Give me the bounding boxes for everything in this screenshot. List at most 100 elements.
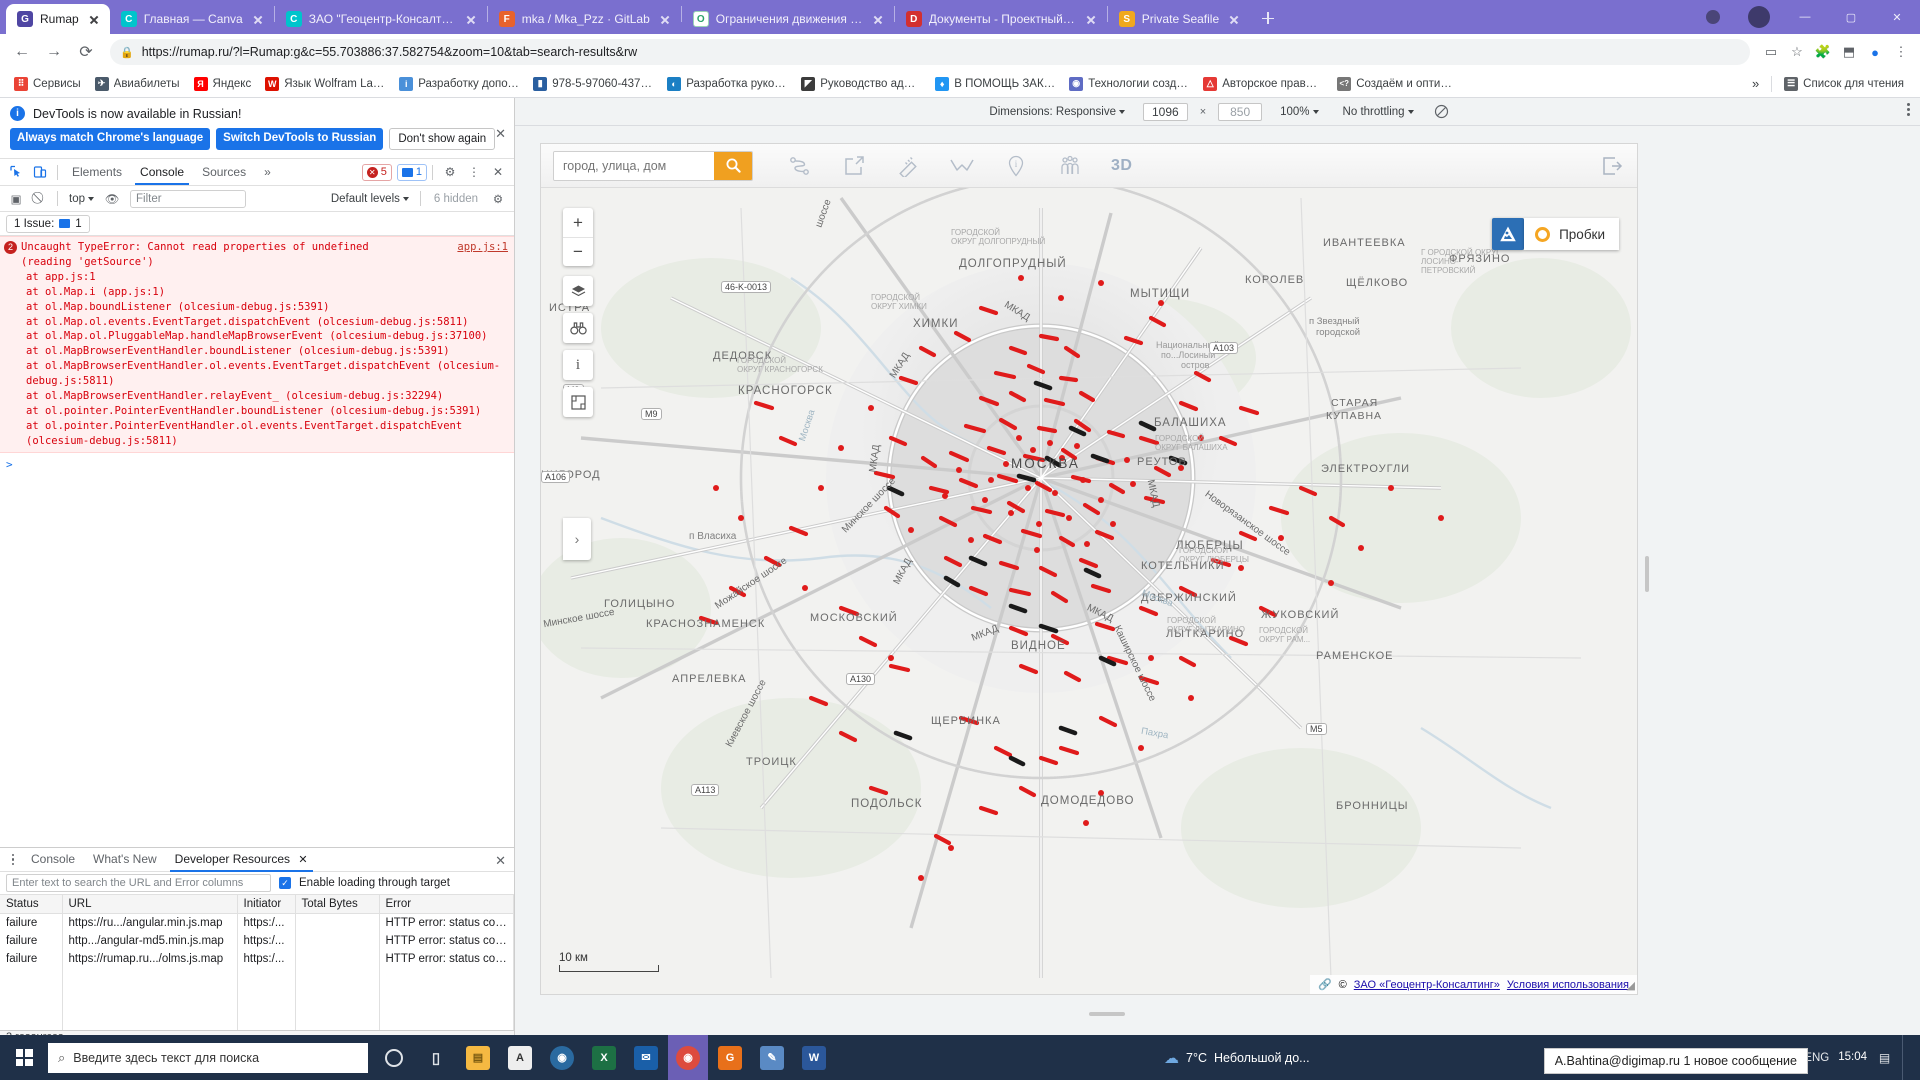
zoom-out-button[interactable]: − — [563, 237, 593, 266]
show-desktop-button[interactable] — [1902, 1035, 1910, 1080]
dont-show-again-button[interactable]: Don't show again — [389, 128, 496, 150]
bookmark-item-3[interactable]: W Язык Wolfram Lang... — [259, 75, 391, 93]
resources-search-input[interactable]: Enter text to search the URL and Error c… — [6, 874, 271, 892]
throttling-selector[interactable]: No throttling — [1337, 106, 1420, 118]
bookmark-item-6[interactable]: ◐ Разработка руково... — [661, 75, 793, 93]
close-devtools-icon[interactable]: ✕ — [486, 160, 510, 184]
chrome-menu-icon[interactable]: ⋮ — [1890, 41, 1912, 63]
pin-info-icon[interactable]: i — [1003, 153, 1029, 179]
console-context-selector[interactable]: top — [63, 193, 100, 205]
browser-tab-6[interactable]: S Private Seafile — [1108, 4, 1250, 34]
traffic-toggle[interactable]: Пробки — [1524, 218, 1619, 250]
table-row[interactable]: failure https://rumap.ru.../olms.js.map … — [0, 950, 514, 968]
error-count-badge[interactable]: ✕ 5 — [361, 163, 392, 181]
notification-center-icon[interactable]: ▤ — [1876, 1049, 1893, 1066]
zoom-selector[interactable]: 100% — [1274, 106, 1324, 118]
reload-button[interactable]: ⟳ — [72, 38, 100, 66]
col-initiator[interactable]: Initiator — [237, 895, 296, 914]
binoculars-icon[interactable] — [563, 313, 593, 343]
forward-button[interactable]: → — [40, 38, 68, 66]
browser-tab-5[interactable]: D Документы - Проектный офис — [895, 4, 1107, 34]
extension-icon-2[interactable]: ⬒ — [1838, 41, 1860, 63]
table-row[interactable]: failure http.../angular-md5.min.js.map h… — [0, 932, 514, 950]
tab-close-icon[interactable] — [1226, 11, 1242, 27]
console-filter-input[interactable]: Filter — [130, 189, 247, 208]
bookmark-item-10[interactable]: △ Авторское право н... — [1197, 75, 1329, 93]
error-source-link[interactable]: app.js:1 — [457, 240, 508, 255]
map-area[interactable]: ИВАНТЕЕВКА ФРЯЗИНО ЩЁЛКОВО КОРОЛЕВ МЫТИЩ… — [541, 188, 1637, 994]
device-toolbar-icon[interactable] — [28, 160, 52, 184]
minimize-button[interactable]: — — [1782, 0, 1828, 34]
layers-icon[interactable] — [563, 276, 593, 306]
taskbar-clock[interactable]: 15:04 — [1838, 1051, 1867, 1064]
console-error-entry[interactable]: 2 Uncaught TypeError: Cannot read proper… — [0, 236, 514, 453]
clear-console-icon[interactable]: ⃠ — [28, 187, 52, 211]
map-zoom-control[interactable]: + − — [563, 208, 593, 266]
devtools-tab-console[interactable]: Console — [131, 161, 193, 185]
device-toolbar-menu-icon[interactable] — [1907, 103, 1910, 116]
roadworks-icon[interactable] — [1492, 218, 1525, 250]
tray-language-indicator[interactable]: ENG — [1804, 1049, 1829, 1066]
taskbar-app-pdf24[interactable]: A — [500, 1035, 540, 1080]
people-icon[interactable] — [1057, 153, 1083, 179]
banner-close-icon[interactable]: ✕ — [495, 126, 506, 142]
reading-list-button[interactable]: ☰ Список для чтения — [1778, 75, 1910, 93]
map-search-box[interactable] — [553, 150, 753, 181]
logout-icon[interactable] — [1599, 153, 1625, 179]
payment-icon[interactable]: ▭ — [1760, 41, 1782, 63]
message-count-badge[interactable]: 1 — [396, 163, 427, 181]
console-prompt[interactable]: > — [0, 453, 514, 476]
taskbar-app-lens[interactable]: ◉ — [542, 1035, 582, 1080]
tab-close-icon[interactable] — [1083, 11, 1099, 27]
dimensions-selector[interactable]: Dimensions: Responsive — [983, 106, 1131, 118]
viewport-height-input[interactable]: 850 — [1218, 102, 1263, 121]
tab-close-icon[interactable] — [86, 11, 102, 27]
issue-pill[interactable]: 1 Issue: 1 — [6, 214, 90, 233]
taskbar-app-excel[interactable]: X — [584, 1035, 624, 1080]
taskbar-weather[interactable]: ☁ 7°C Небольшой до... — [1164, 1049, 1310, 1067]
col-error[interactable]: Error — [379, 895, 514, 914]
rotate-icon[interactable] — [1432, 102, 1452, 122]
bookmark-item-8[interactable]: ♦ В ПОМОЩЬ ЗАКАЗ... — [929, 75, 1061, 93]
viewport-height-handle[interactable] — [1089, 1012, 1125, 1016]
drawer-tab-console[interactable]: Console — [22, 848, 84, 871]
console-sidebar-icon[interactable]: ▣ — [4, 187, 28, 211]
gear-icon[interactable]: ⚙ — [438, 160, 462, 184]
browser-tab-1[interactable]: C Главная — Canva — [110, 4, 274, 34]
devtools-tab-elements[interactable]: Elements — [63, 161, 131, 184]
tab-close-icon[interactable] — [250, 11, 266, 27]
viewport-width-handle[interactable] — [1645, 556, 1649, 592]
tab-close-icon[interactable] — [657, 11, 673, 27]
address-bar[interactable]: 🔒 https://rumap.ru/?l=Rumap:g&c=55.70388… — [110, 39, 1750, 65]
mail-notification-toast[interactable]: A.Bahtina@digimap.ru 1 новое сообщение — [1543, 1048, 1808, 1074]
bookmark-item-7[interactable]: ◤ Руководство адми... — [795, 75, 927, 93]
drawer-close-icon[interactable]: ✕ — [495, 853, 506, 869]
enable-loading-checkbox[interactable]: ✓ — [279, 877, 291, 889]
drawer-tab-developer-resources[interactable]: Developer Resources ✕ — [166, 848, 317, 872]
taskbar-app-explorer[interactable]: ▤ — [458, 1035, 498, 1080]
browser-tab-0[interactable]: G Rumap — [6, 4, 110, 34]
browser-tab-2[interactable]: C ЗАО "Геоцентр-Консалтинг" — — [275, 4, 487, 34]
taskbar-app-chrome[interactable]: ◉ — [668, 1035, 708, 1080]
devtools-tabs-overflow[interactable]: » — [255, 161, 280, 184]
browser-tab-3[interactable]: F mka / Mka_Pzz · GitLab — [488, 4, 681, 34]
taskbar-app-word[interactable]: W — [794, 1035, 834, 1080]
issues-bar[interactable]: 1 Issue: 1 — [0, 212, 514, 236]
col-url[interactable]: URL — [62, 895, 238, 914]
drawer-tab-close-icon[interactable]: ✕ — [298, 854, 307, 866]
taskbar-app-paint[interactable]: ✎ — [752, 1035, 792, 1080]
switch-to-russian-button[interactable]: Switch DevTools to Russian — [216, 128, 384, 150]
bookmark-item-11[interactable]: <? Создаём и оптими... — [1331, 75, 1463, 93]
log-levels-selector[interactable]: Default levels — [325, 193, 415, 205]
table-row[interactable]: failure https://ru.../angular.min.js.map… — [0, 913, 514, 932]
puzzle-extension-icon[interactable]: 🧩 — [1812, 41, 1834, 63]
live-expression-eye-icon[interactable]: 👁 — [100, 187, 124, 211]
share-icon[interactable] — [841, 153, 867, 179]
tab-close-icon[interactable] — [870, 11, 886, 27]
taskbar-app-taskview[interactable]: ▯ — [416, 1035, 456, 1080]
taskbar-search-box[interactable]: ⌕ Введите здесь текст для поиска — [48, 1042, 368, 1073]
search-input[interactable] — [554, 151, 714, 180]
viewport-width-input[interactable]: 1096 — [1142, 102, 1188, 121]
bookmark-item-9[interactable]: ◉ Технологии создан... — [1063, 75, 1195, 93]
view-3d-button[interactable]: 3D — [1111, 157, 1132, 175]
